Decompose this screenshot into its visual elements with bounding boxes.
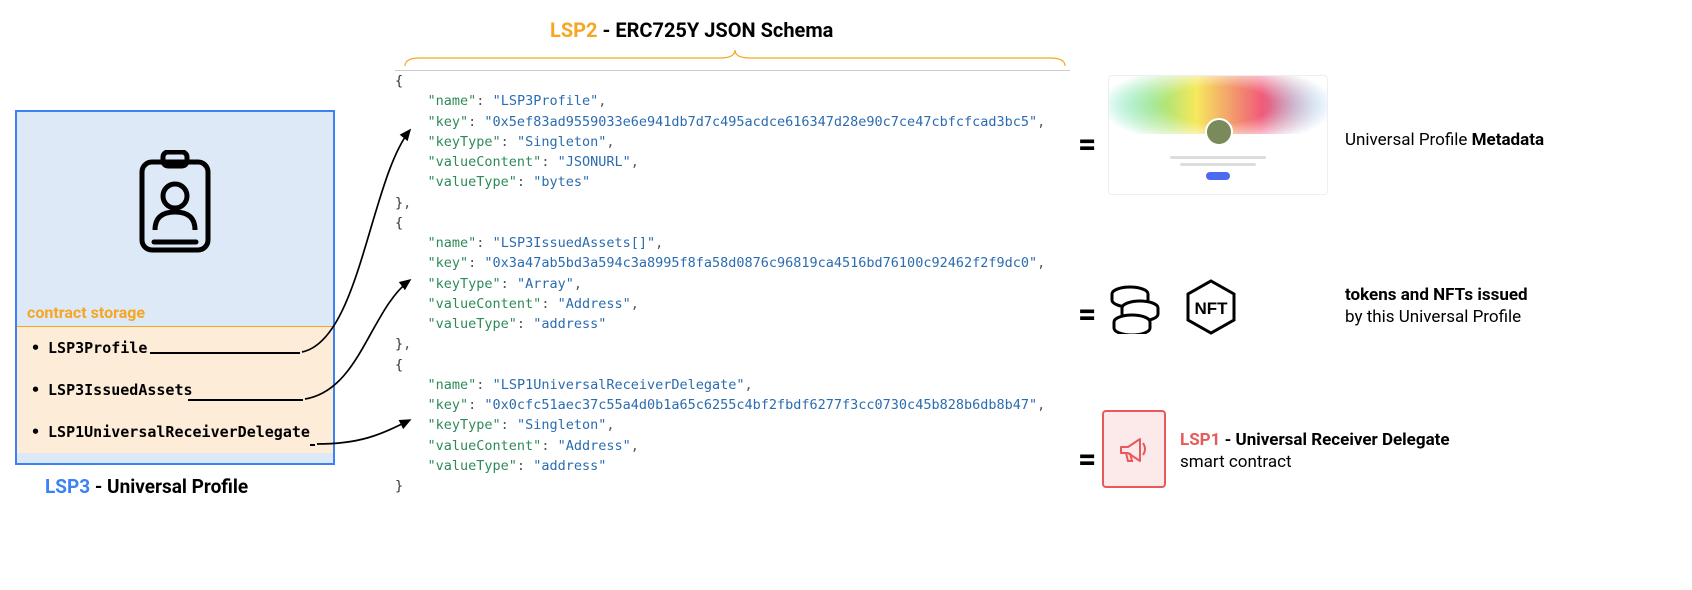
lsp3-label: LSP3 <box>45 475 90 498</box>
svg-text:NFT: NFT <box>1194 299 1228 318</box>
lsp1-label: LSP1 - Universal Receiver Delegate smart… <box>1180 430 1520 472</box>
lsp3-rest: - Universal Profile <box>90 475 248 498</box>
storage-item-lsp3profile: LSP3Profile <box>17 327 333 369</box>
contract-storage-label: contract storage <box>17 297 333 327</box>
contract-box: contract storage LSP3Profile LSP3IssuedA… <box>15 110 335 465</box>
nft-icon: NFT <box>1182 278 1240 336</box>
equals-icon: = <box>1078 125 1096 163</box>
equals-icon: = <box>1078 295 1096 333</box>
json-schema-code: { "name": "LSP3Profile", "key": "0x5ef83… <box>395 70 1070 496</box>
profile-card-icon <box>17 112 333 297</box>
connector-line <box>150 352 300 354</box>
schema-label: - ERC725Y JSON Schema <box>598 18 834 42</box>
storage-section: LSP3Profile LSP3IssuedAssets LSP1Univers… <box>17 327 333 453</box>
lsp3-caption: LSP3 - Universal Profile <box>45 475 248 498</box>
storage-item-lsp3issuedassets: LSP3IssuedAssets <box>17 369 333 411</box>
tokens-nft-icons: NFT <box>1108 278 1240 336</box>
connector-line <box>188 399 303 401</box>
equals-icon: = <box>1078 440 1096 478</box>
storage-item-lsp1delegate: LSP1UniversalReceiverDelegate <box>17 411 333 453</box>
tokens-label: tokens and NFTs issued by this Universal… <box>1345 285 1665 327</box>
schema-title: LSP2 - ERC725Y JSON Schema <box>550 18 833 42</box>
coins-icon <box>1108 280 1170 334</box>
lsp1-delegate-box <box>1102 410 1166 488</box>
metadata-label: Universal Profile Metadata <box>1345 130 1544 150</box>
profile-metadata-preview <box>1108 75 1328 195</box>
lsp2-label: LSP2 <box>550 18 598 42</box>
megaphone-icon <box>1116 431 1152 467</box>
connector-line <box>310 444 315 446</box>
brace-icon <box>400 48 1070 68</box>
